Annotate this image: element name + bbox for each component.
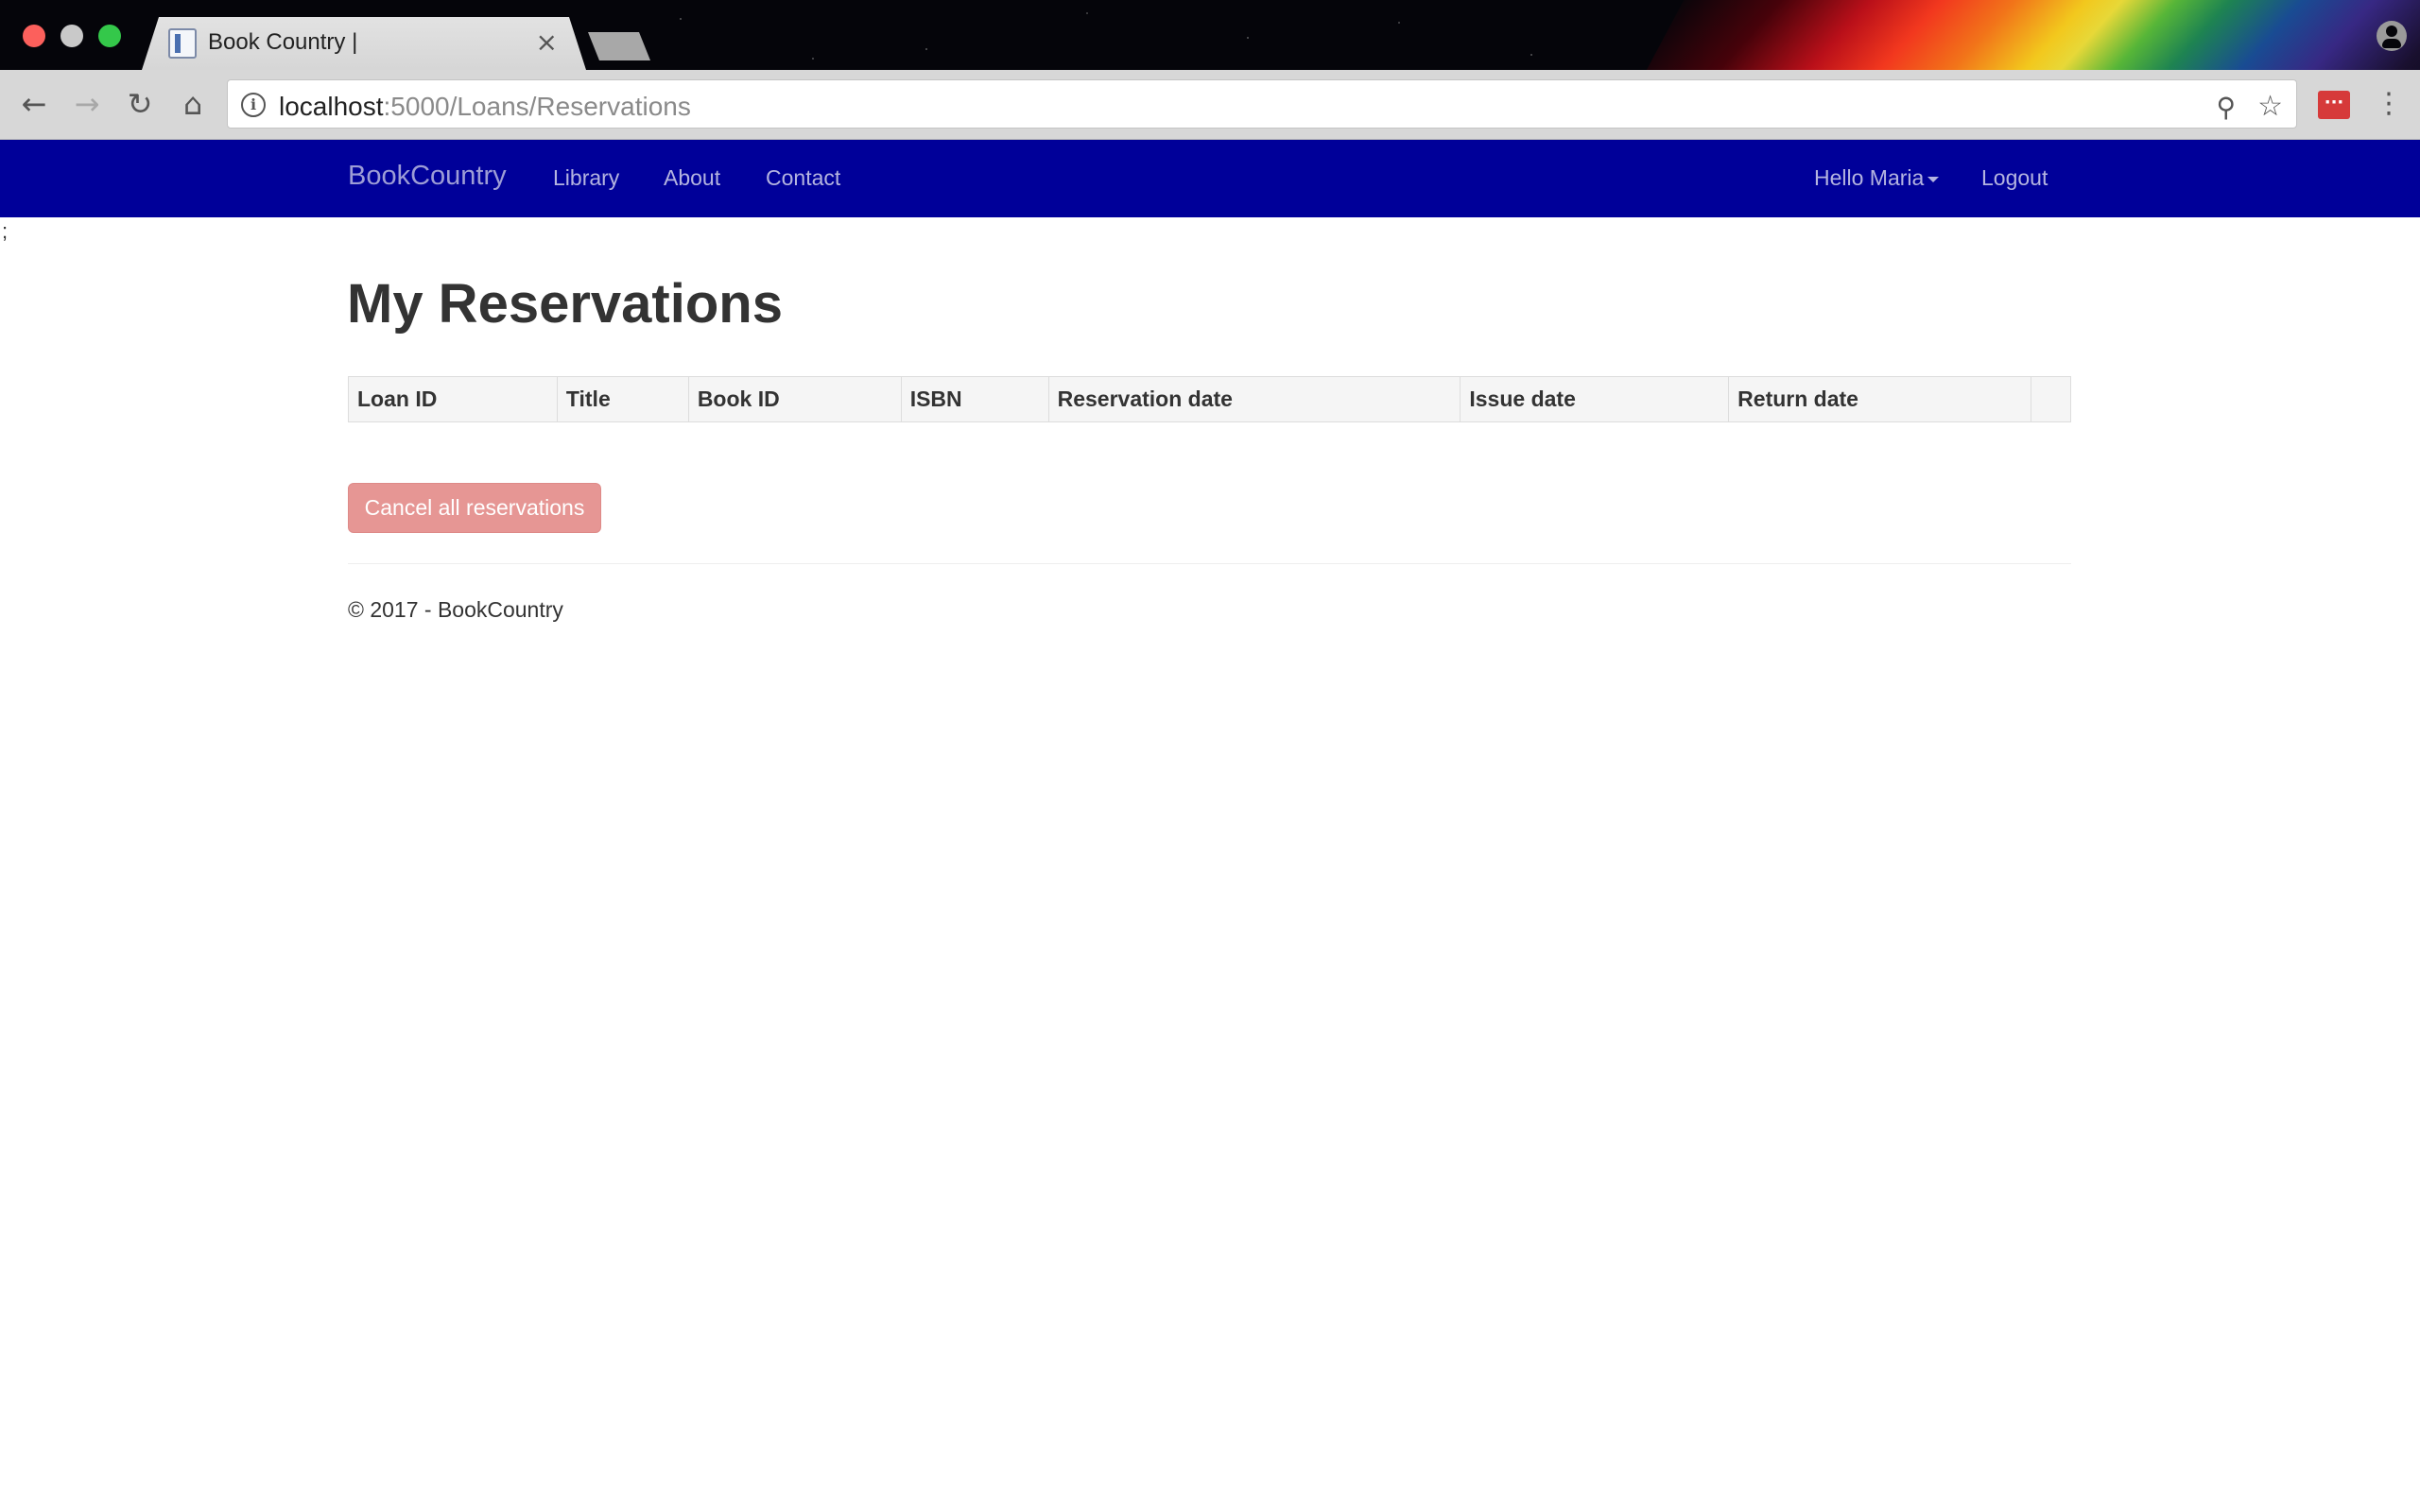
brand-link[interactable]: BookCountry [348, 161, 507, 192]
logout-link[interactable]: Logout [1981, 165, 2048, 191]
reload-icon[interactable]: ↻ [121, 85, 159, 123]
url-host: localhost [279, 92, 384, 121]
page-title: My Reservations [347, 273, 783, 335]
address-bar[interactable]: i localhost:5000/Loans/Reservations ⚲ ☆ [227, 79, 2297, 129]
cancel-all-reservations-button[interactable]: Cancel all reservations [348, 483, 601, 533]
user-menu-dropdown[interactable]: Hello Maria [1814, 165, 1940, 191]
titlebar-theme-art [1628, 0, 2420, 70]
extension-icon[interactable]: ··· [2318, 91, 2350, 119]
footer-copyright: © 2017 - BookCountry [348, 597, 563, 622]
browser-toolbar: ← → ↻ ⌂ i localhost:5000/Loans/Reservati… [0, 70, 2420, 140]
window-close-button[interactable] [23, 25, 45, 47]
column-header-title: Title [556, 376, 689, 422]
nav-link-library[interactable]: Library [553, 165, 619, 191]
tab-title: Book Country | [208, 29, 358, 55]
user-greeting: Hello Maria [1814, 165, 1925, 190]
window-minimize-button[interactable] [60, 25, 83, 47]
browser-tab-active[interactable]: Book Country | × [142, 17, 586, 70]
site-navbar: BookCountry Library About Contact Hello … [0, 140, 2420, 217]
tab-close-icon[interactable]: × [536, 26, 558, 58]
browser-titlebar: Book Country | × [0, 0, 2420, 70]
column-header-isbn: ISBN [900, 376, 1049, 422]
chevron-down-icon [1927, 176, 1940, 182]
home-icon[interactable]: ⌂ [174, 85, 212, 123]
back-arrow-icon[interactable]: ← [15, 85, 53, 123]
profile-icon[interactable] [2377, 21, 2407, 51]
column-header-book-id: Book ID [687, 376, 902, 422]
column-header-reservation-date: Reservation date [1047, 376, 1461, 422]
url-path: :5000/Loans/Reservations [383, 92, 691, 121]
window-maximize-button[interactable] [98, 25, 121, 47]
url-text[interactable]: localhost:5000/Loans/Reservations [279, 92, 691, 122]
menu-dots-icon[interactable]: ⋮ [2375, 85, 2403, 123]
column-header-return-date: Return date [1728, 376, 2031, 422]
info-icon[interactable]: i [241, 93, 266, 117]
column-header-loan-id: Loan ID [348, 376, 558, 422]
column-header-actions [2030, 376, 2072, 422]
book-favicon-icon [168, 28, 197, 59]
forward-arrow-icon[interactable]: → [68, 85, 106, 123]
column-header-issue-date: Issue date [1460, 376, 1730, 422]
table-header-row: Loan ID Title Book ID ISBN Reservation d… [348, 376, 2072, 422]
footer-divider [348, 563, 2071, 564]
reservations-table: Loan ID Title Book ID ISBN Reservation d… [348, 376, 2072, 422]
bookmark-star-icon[interactable]: ☆ [2257, 90, 2283, 123]
nav-link-contact[interactable]: Contact [766, 165, 840, 191]
zoom-out-icon[interactable]: ⚲ [2216, 92, 2236, 123]
nav-link-about[interactable]: About [664, 165, 720, 191]
stray-text: ; [2, 219, 9, 243]
